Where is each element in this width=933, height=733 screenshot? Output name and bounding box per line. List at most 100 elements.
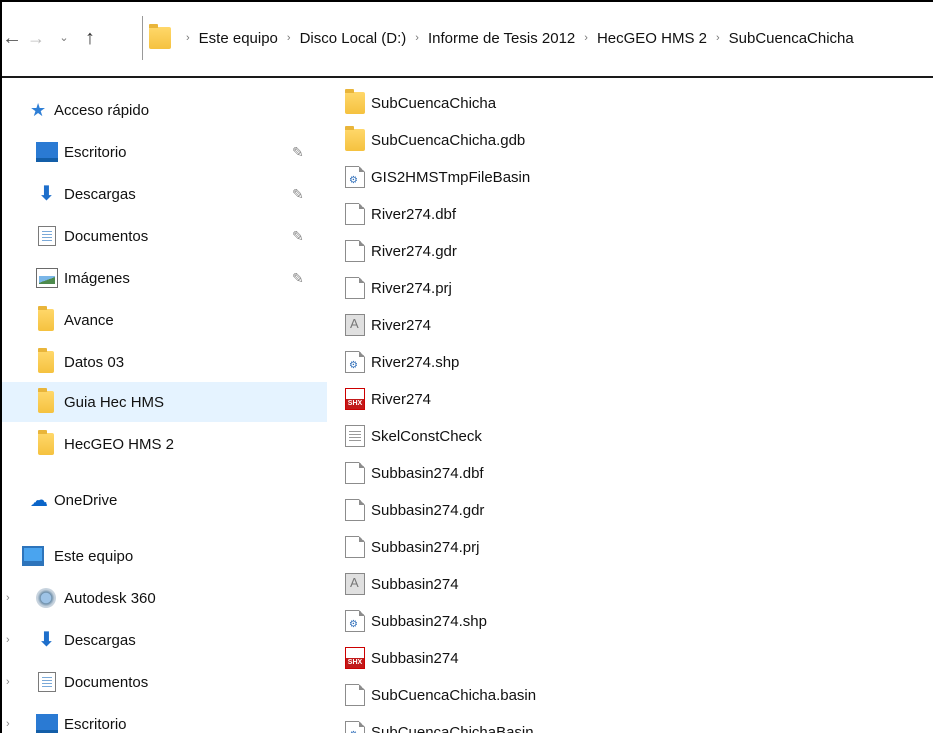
list-item[interactable]: River274.prj: [327, 269, 933, 307]
list-item[interactable]: SubCuencaChicha.basin: [327, 676, 933, 714]
breadcrumb-este-equipo[interactable]: Este equipo: [199, 30, 278, 47]
list-item[interactable]: Subbasin274.gdr: [327, 491, 933, 529]
expand-chevron-icon[interactable]: ›: [6, 676, 10, 688]
pin-icon[interactable]: ✎: [292, 228, 304, 245]
breadcrumb-separator-icon[interactable]: ›: [584, 32, 588, 44]
file-name: SkelConstCheck: [371, 427, 482, 445]
pin-icon[interactable]: ✎: [292, 186, 304, 203]
list-item[interactable]: SubCuencaChicha: [327, 84, 933, 122]
nav-item-label: Escritorio: [64, 715, 127, 733]
list-item[interactable]: SubCuencaChicha.gdb: [327, 121, 933, 159]
nav-item-onedrive[interactable]: ☁ OneDrive: [2, 480, 327, 520]
documents-icon: [38, 672, 56, 692]
nav-item-label: Este equipo: [54, 547, 134, 565]
folder-icon: [149, 24, 171, 49]
config-file-icon: ⚙: [345, 610, 365, 632]
list-item[interactable]: River274.dbf: [327, 195, 933, 233]
navigation-pane: ★ Acceso rápido Escritorio ✎ ⬇ Descargas…: [2, 80, 327, 733]
nav-item-datos-03[interactable]: Datos 03: [2, 342, 327, 382]
config-file-icon: ⚙: [345, 351, 365, 373]
forward-arrow-icon[interactable]: →: [26, 26, 46, 50]
list-item[interactable]: River274.gdr: [327, 232, 933, 270]
list-item[interactable]: Subbasin274.prj: [327, 528, 933, 566]
nav-item-escritorio[interactable]: Escritorio ✎: [2, 132, 327, 172]
list-item[interactable]: River274: [327, 380, 933, 418]
file-name: River274: [371, 316, 432, 334]
file-list: SubCuencaChicha SubCuencaChicha.gdb ⚙ GI…: [327, 80, 933, 733]
list-item[interactable]: ⚙ River274.shp: [327, 343, 933, 381]
star-icon: ★: [30, 100, 47, 120]
nav-item-label: Avance: [64, 311, 114, 329]
pin-icon[interactable]: ✎: [292, 144, 304, 161]
blank-file-icon: [345, 684, 365, 706]
folder-icon: [38, 306, 54, 331]
file-name: River274.prj: [371, 279, 452, 297]
nav-item-descargas-pc[interactable]: › ⬇ Descargas: [2, 620, 327, 660]
blank-file-icon: [345, 277, 365, 299]
nav-item-label: HecGEO HMS 2: [64, 435, 175, 453]
config-file-icon: ⚙: [345, 721, 365, 733]
list-item[interactable]: ⚙ SubCuencaChichaBasin: [327, 713, 933, 733]
expand-chevron-icon[interactable]: ›: [6, 634, 10, 646]
breadcrumb-informe-de-tesis[interactable]: Informe de Tesis 2012: [428, 30, 575, 47]
nav-item-documentos[interactable]: Documentos ✎: [2, 216, 327, 256]
nav-item-escritorio-pc[interactable]: › Escritorio: [2, 704, 327, 733]
blank-file-icon: [345, 536, 365, 558]
list-item[interactable]: River274: [327, 306, 933, 344]
shapefile-icon: [345, 573, 365, 595]
expand-chevron-icon[interactable]: ›: [6, 592, 10, 604]
shx-file-icon: [345, 388, 365, 410]
file-name: GIS2HMSTmpFileBasin: [371, 168, 531, 186]
file-name: Subbasin274.dbf: [371, 464, 484, 482]
file-name: River274.shp: [371, 353, 460, 371]
file-name: Subbasin274: [371, 575, 459, 593]
file-name: Subbasin274.shp: [371, 612, 487, 630]
breadcrumb-separator-icon[interactable]: ›: [287, 32, 291, 44]
nav-item-label: Documentos: [64, 673, 149, 691]
list-item[interactable]: Subbasin274.dbf: [327, 454, 933, 492]
text-file-icon: [345, 425, 365, 447]
nav-item-label: Descargas: [64, 631, 136, 649]
nav-item-descargas[interactable]: ⬇ Descargas ✎: [2, 174, 327, 214]
nav-item-label: Descargas: [64, 185, 136, 203]
list-item[interactable]: ⚙ GIS2HMSTmpFileBasin: [327, 158, 933, 196]
blank-file-icon: [345, 462, 365, 484]
nav-item-acceso-rapido[interactable]: ★ Acceso rápido: [2, 90, 327, 130]
nav-item-hecgeo-hms-2[interactable]: HecGEO HMS 2: [2, 424, 327, 464]
file-name: Subbasin274.prj: [371, 538, 480, 556]
nav-item-avance[interactable]: Avance: [2, 300, 327, 340]
file-explorer-window: ← → ⌄ ↑ › Este equipo › Disco Local (D:)…: [0, 0, 933, 733]
nav-item-documentos-pc[interactable]: › Documentos: [2, 662, 327, 702]
cloud-icon: ☁: [30, 490, 48, 510]
nav-item-imagenes[interactable]: Imágenes ✎: [2, 258, 327, 298]
address-bar: ← → ⌄ ↑ › Este equipo › Disco Local (D:)…: [2, 2, 933, 78]
folder-icon: [38, 388, 54, 413]
expand-chevron-icon[interactable]: ›: [6, 718, 10, 730]
back-arrow-icon[interactable]: ←: [2, 26, 22, 50]
list-item[interactable]: ⚙ Subbasin274.shp: [327, 602, 933, 640]
list-item[interactable]: Subbasin274: [327, 639, 933, 677]
nav-item-este-equipo[interactable]: Este equipo: [2, 536, 327, 576]
pin-icon[interactable]: ✎: [292, 270, 304, 287]
recent-locations-chevron-icon[interactable]: ⌄: [56, 26, 72, 50]
nav-item-label: Autodesk 360: [64, 589, 156, 607]
breadcrumb-separator-icon[interactable]: ›: [186, 32, 190, 44]
file-name: SubCuencaChicha.gdb: [371, 131, 526, 149]
folder-icon: [38, 348, 54, 373]
breadcrumb-separator-icon[interactable]: ›: [716, 32, 720, 44]
nav-item-guia-hec-hms[interactable]: Guia Hec HMS: [2, 382, 327, 422]
list-item[interactable]: SkelConstCheck: [327, 417, 933, 455]
up-arrow-icon[interactable]: ↑: [80, 26, 100, 50]
breadcrumb-disco-local[interactable]: Disco Local (D:): [300, 30, 407, 47]
breadcrumb-subcuencachicha[interactable]: SubCuencaChicha: [729, 30, 854, 47]
download-icon: ⬇: [38, 629, 55, 651]
list-item[interactable]: Subbasin274: [327, 565, 933, 603]
nav-item-autodesk-360[interactable]: › Autodesk 360: [2, 578, 327, 618]
breadcrumb-separator-icon[interactable]: ›: [415, 32, 419, 44]
breadcrumb-hecgeo-hms[interactable]: HecGEO HMS 2: [597, 30, 707, 47]
nav-item-label: OneDrive: [54, 491, 118, 509]
breadcrumb[interactable]: › Este equipo › Disco Local (D:) › Infor…: [142, 16, 933, 60]
desktop-icon: [36, 142, 58, 162]
file-name: River274.dbf: [371, 205, 457, 223]
shx-file-icon: [345, 647, 365, 669]
